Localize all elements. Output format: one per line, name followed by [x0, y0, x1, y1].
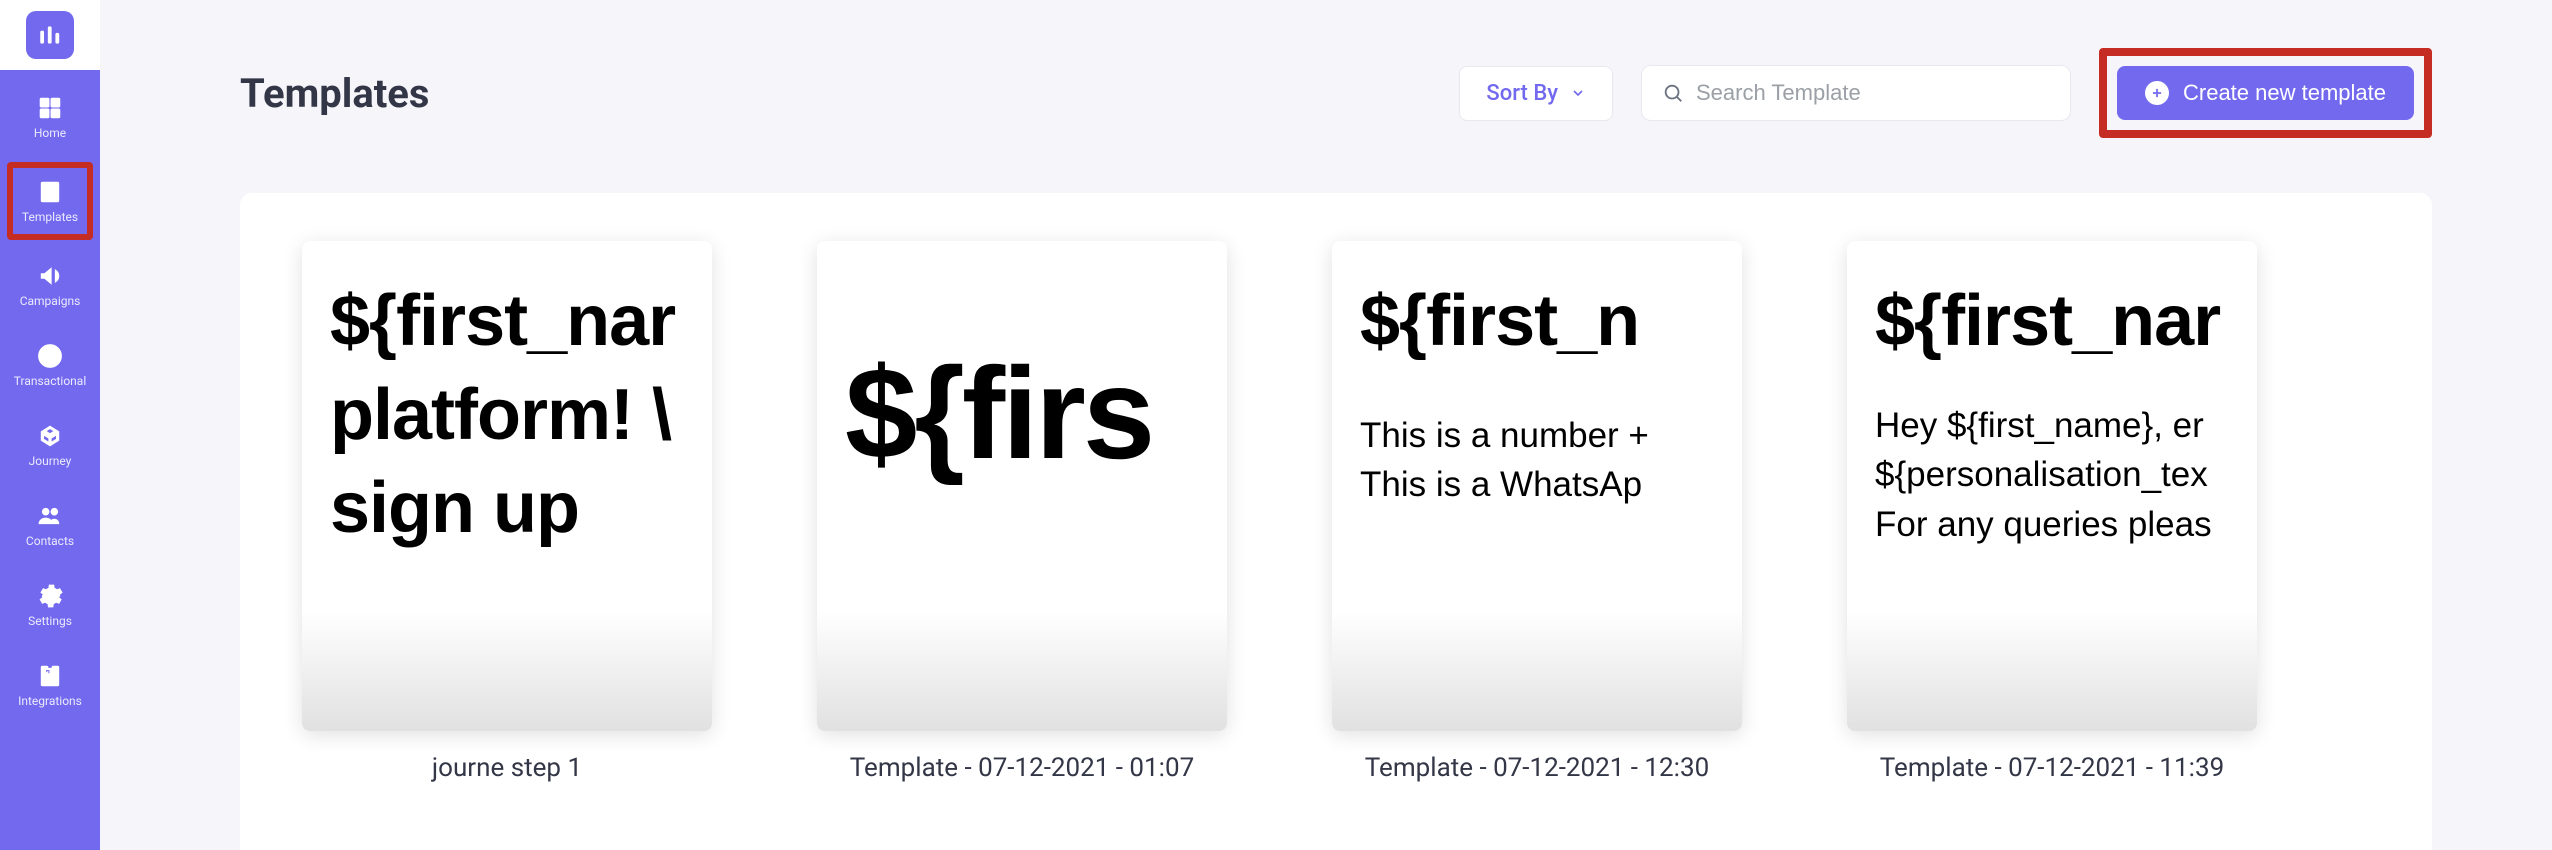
sidebar-item-label: Campaigns: [20, 294, 81, 308]
campaigns-icon: [36, 262, 64, 290]
sidebar-item-campaigns[interactable]: Campaigns: [7, 256, 93, 314]
template-preview: ${first_nar platform! \ sign up: [302, 241, 712, 731]
template-label: Template - 07-12-2021 - 11:39: [1880, 753, 2224, 783]
home-icon: [36, 94, 64, 122]
transactional-icon: [36, 342, 64, 370]
bars-icon: [37, 22, 63, 48]
nav: Home Templates Campaigns Transactional J…: [0, 70, 100, 714]
sidebar-item-home[interactable]: Home: [7, 88, 93, 146]
search-icon: [1662, 82, 1684, 104]
sidebar-item-transactional[interactable]: Transactional: [7, 336, 93, 394]
template-card[interactable]: ${first_n This is a number + This is a W…: [1332, 241, 1742, 850]
contacts-icon: [36, 502, 64, 530]
templates-icon: [36, 178, 64, 206]
sidebar-item-label: Templates: [22, 210, 78, 224]
template-preview: ${first_n This is a number + This is a W…: [1332, 241, 1742, 731]
preview-text: ${first_nar: [1875, 275, 2229, 369]
sort-by-label: Sort By: [1486, 81, 1558, 106]
page-title: Templates: [240, 70, 429, 117]
create-button-label: Create new template: [2183, 80, 2386, 106]
template-label: Template - 07-12-2021 - 01:07: [850, 753, 1194, 783]
preview-text: For any queries pleas: [1875, 502, 2229, 548]
preview-text: ${firs: [845, 335, 1199, 491]
preview-text: ${personalisation_tex: [1875, 452, 2229, 498]
template-label: Template - 07-12-2021 - 12:30: [1365, 753, 1709, 783]
template-preview: ${firs: [817, 241, 1227, 731]
sidebar-item-contacts[interactable]: Contacts: [7, 496, 93, 554]
sidebar-item-label: Journey: [29, 454, 72, 468]
sidebar-item-journey[interactable]: Journey: [7, 416, 93, 474]
sidebar-item-templates[interactable]: Templates: [7, 162, 93, 240]
sidebar-item-settings[interactable]: Settings: [7, 576, 93, 634]
header: Templates Sort By Create new template: [240, 48, 2432, 138]
templates-panel: ${first_nar platform! \ sign up journe s…: [240, 193, 2432, 850]
template-preview: ${first_nar Hey ${first_name}, er ${pers…: [1847, 241, 2257, 731]
main: Templates Sort By Create new template: [100, 0, 2552, 850]
plus-icon: [2145, 81, 2169, 105]
preview-text: This is a number +: [1360, 413, 1714, 459]
search-input-wrap[interactable]: [1641, 65, 2071, 121]
preview-text: ${first_nar: [330, 275, 684, 369]
preview-text: ${first_n: [1360, 275, 1714, 369]
settings-icon: [36, 582, 64, 610]
logo-wrap: [0, 0, 100, 70]
template-label: journe step 1: [432, 753, 582, 783]
journey-icon: [36, 422, 64, 450]
create-new-template-button[interactable]: Create new template: [2117, 66, 2414, 120]
preview-text: Hey ${first_name}, er: [1875, 403, 2229, 449]
template-card[interactable]: ${first_nar Hey ${first_name}, er ${pers…: [1847, 241, 2257, 850]
integrations-icon: [36, 662, 64, 690]
preview-text: This is a WhatsAp: [1360, 462, 1714, 508]
sidebar-item-label: Settings: [28, 614, 72, 628]
sort-by-dropdown[interactable]: Sort By: [1459, 66, 1613, 121]
template-card[interactable]: ${firs Template - 07-12-2021 - 01:07: [817, 241, 1227, 850]
preview-text: platform! \: [330, 369, 684, 463]
search-input[interactable]: [1696, 80, 2050, 106]
header-controls: Sort By Create new template: [1459, 48, 2432, 138]
template-card[interactable]: ${first_nar platform! \ sign up journe s…: [302, 241, 712, 850]
create-button-highlight: Create new template: [2099, 48, 2432, 138]
logo[interactable]: [26, 11, 74, 59]
preview-text: sign up: [330, 462, 684, 556]
sidebar-item-label: Home: [34, 126, 66, 140]
chevron-down-icon: [1570, 85, 1586, 101]
sidebar-item-label: Contacts: [26, 534, 74, 548]
sidebar-item-integrations[interactable]: Integrations: [7, 656, 93, 714]
sidebar-item-label: Transactional: [14, 374, 86, 388]
sidebar: Home Templates Campaigns Transactional J…: [0, 0, 100, 850]
sidebar-item-label: Integrations: [18, 694, 82, 708]
